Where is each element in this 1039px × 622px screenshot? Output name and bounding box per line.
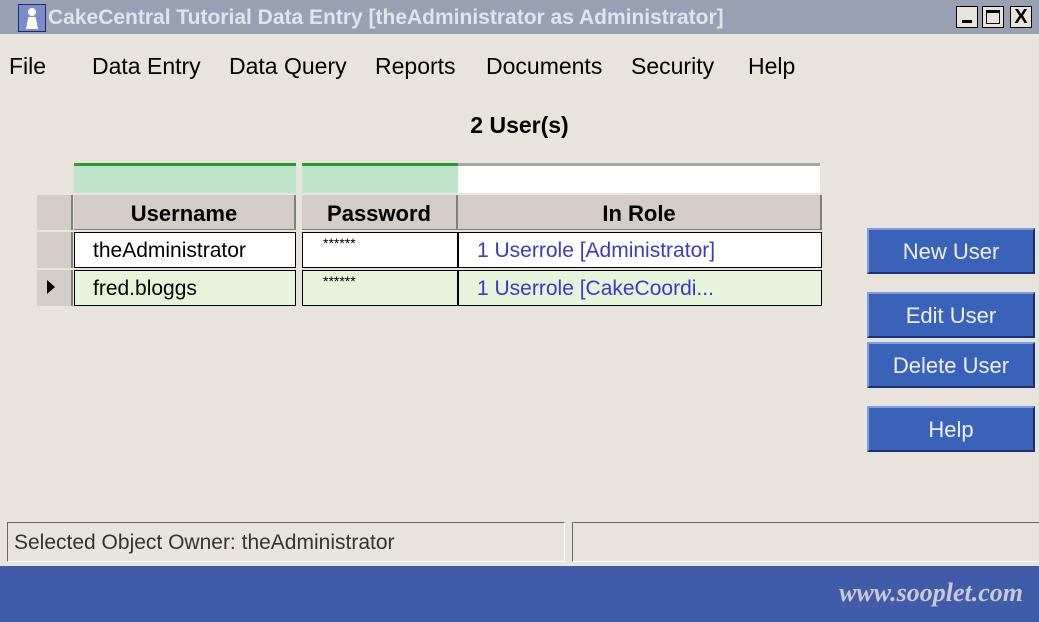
table-cell-password[interactable]: ****** <box>302 232 458 268</box>
column-header-username[interactable]: Username <box>74 195 296 230</box>
page-title: 2 User(s) <box>470 112 569 138</box>
status-bar: Selected Object Owner: theAdministrator <box>0 520 1039 564</box>
close-icon[interactable]: X <box>1010 6 1032 28</box>
current-row-arrow-icon <box>47 280 55 294</box>
role-filter-input[interactable] <box>458 163 820 193</box>
row-selector[interactable] <box>37 232 73 268</box>
table-cell-username[interactable]: fred.bloggs <box>74 270 296 306</box>
new-user-button[interactable]: New User <box>867 228 1035 274</box>
table-cell-role[interactable]: 1 Userrole [CakeCoordi... <box>458 270 822 306</box>
menu-data-entry[interactable]: Data Entry <box>92 53 201 80</box>
table-cell-role[interactable]: 1 Userrole [Administrator] <box>458 232 822 268</box>
edit-user-button[interactable]: Edit User <box>867 292 1035 338</box>
delete-user-button[interactable]: Delete User <box>867 342 1035 388</box>
status-owner: Selected Object Owner: theAdministrator <box>7 522 565 562</box>
column-header-password[interactable]: Password <box>302 195 458 230</box>
menu-help[interactable]: Help <box>748 53 795 80</box>
app-person-icon <box>18 4 46 32</box>
username-filter-input[interactable] <box>74 163 296 193</box>
password-filter-input[interactable] <box>302 163 458 193</box>
help-button[interactable]: Help <box>867 406 1035 452</box>
menu-security[interactable]: Security <box>631 53 714 80</box>
footer-website[interactable]: www.sooplet.com <box>839 578 1023 608</box>
minimize-icon[interactable] <box>956 6 978 28</box>
table-cell-username[interactable]: theAdministrator <box>74 232 296 268</box>
table-corner <box>37 195 73 230</box>
window-title: CakeCentral Tutorial Data Entry [theAdmi… <box>48 6 724 29</box>
status-right-panel <box>572 522 1039 562</box>
footer-banner: www.sooplet.com <box>0 566 1039 622</box>
menu-file[interactable]: File <box>9 53 46 80</box>
menu-reports[interactable]: Reports <box>375 53 456 80</box>
menu-data-query[interactable]: Data Query <box>229 53 347 80</box>
table-cell-password[interactable]: ****** <box>302 270 458 306</box>
title-bar: CakeCentral Tutorial Data Entry [theAdmi… <box>0 0 1039 34</box>
maximize-icon[interactable] <box>982 6 1004 28</box>
column-header-in-role[interactable]: In Role <box>458 195 822 230</box>
menu-documents[interactable]: Documents <box>486 53 602 80</box>
row-selector[interactable] <box>37 270 73 306</box>
